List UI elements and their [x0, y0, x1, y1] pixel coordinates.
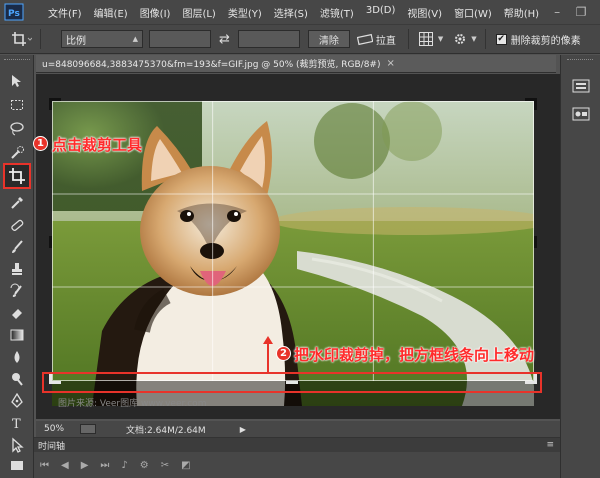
close-button[interactable]: ✕ [593, 2, 600, 22]
document-tab-title[interactable]: u=848096684,3883475370&fm=193&f=GIF.jpg … [36, 57, 380, 70]
timeline-panel: 时间轴 ≡ ⏮ ◀ ▶ ⏭ ♪ ⚙ ✂ ◩ [34, 437, 560, 478]
lasso-tool-icon[interactable] [5, 119, 29, 139]
annotation-highlight-box [42, 372, 542, 393]
overlay-grid-icon[interactable] [415, 29, 437, 49]
photoshop-logo-icon[interactable]: Ps [2, 2, 28, 22]
width-input[interactable] [149, 30, 211, 48]
canvas-area[interactable]: 图片来源: Veer图库 www.veer.com [36, 74, 560, 419]
path-selection-tool-icon[interactable] [5, 435, 29, 455]
separator [407, 29, 409, 49]
next-frame-icon[interactable]: ⏭ [100, 460, 109, 471]
tools-panel: T [0, 55, 34, 478]
rectangle-tool-icon[interactable] [5, 455, 29, 475]
crop-handle-left-middle[interactable] [49, 236, 52, 248]
split-icon[interactable]: ✂ [161, 460, 169, 471]
marquee-tool-icon[interactable] [5, 95, 29, 115]
clear-button-label: 清除 [318, 35, 339, 47]
previous-frame-icon[interactable]: ◀ [61, 460, 69, 471]
timeline-header: 时间轴 ≡ [34, 438, 560, 452]
crop-handle-right-middle[interactable] [534, 236, 537, 248]
menu-image[interactable]: 图像(I) [134, 5, 177, 20]
menu-3d[interactable]: 3D(D) [360, 5, 402, 20]
checkmark-icon: ✔ [497, 33, 505, 44]
timeline-title[interactable]: 时间轴 [38, 439, 65, 452]
crop-tool-preset-icon[interactable] [6, 28, 36, 50]
transition-icon[interactable]: ◩ [181, 460, 190, 471]
right-panel-dock [560, 55, 600, 478]
chevron-down-icon: ▲ [132, 35, 138, 43]
menu-help[interactable]: 帮助(H) [498, 5, 545, 20]
gradient-tool-icon[interactable] [5, 325, 29, 345]
document-info[interactable]: 文档:2.64M/2.64M [126, 423, 206, 436]
timeline-controls: ⏮ ◀ ▶ ⏭ ♪ ⚙ ✂ ◩ [34, 452, 560, 478]
height-input[interactable] [237, 30, 300, 48]
crop-handle-top-left[interactable] [49, 98, 61, 110]
type-tool-icon[interactable]: T [5, 413, 29, 433]
panel-menu-icon[interactable]: ≡ [546, 440, 554, 450]
healing-brush-tool-icon[interactable] [5, 215, 29, 235]
play-icon[interactable]: ▶ [81, 460, 89, 471]
audio-icon[interactable]: ♪ [121, 460, 127, 471]
svg-text:T: T [12, 417, 21, 431]
eyedropper-tool-icon[interactable] [5, 193, 29, 213]
pen-tool-icon[interactable] [5, 391, 29, 411]
menu-window[interactable]: 窗口(W) [448, 5, 498, 20]
watermark-text: 图片来源: Veer图库 www.veer.com [58, 399, 207, 409]
move-tool-icon[interactable] [5, 71, 29, 91]
annotation-text-2: 把水印裁剪掉，把方框线条向上移动 [294, 346, 535, 364]
annotation-number-1: 1 [33, 136, 48, 151]
clone-stamp-tool-icon[interactable] [5, 259, 29, 279]
up-arrow-icon [263, 336, 273, 376]
swap-icon[interactable]: ⇄ [219, 32, 230, 47]
first-frame-icon[interactable]: ⏮ [40, 460, 49, 471]
history-panel-icon[interactable] [570, 77, 592, 95]
properties-panel-icon[interactable] [570, 105, 592, 123]
menu-file[interactable]: 文件(F) [42, 5, 88, 20]
settings-icon[interactable]: ⚙ [140, 460, 149, 471]
status-bar: 50% 文档:2.64M/2.64M ▶ [36, 421, 560, 437]
tab-close-icon[interactable]: × [386, 58, 394, 69]
delete-cropped-label[interactable]: 删除裁剪的像素 [511, 32, 581, 47]
straighten-label[interactable]: 拉直 [376, 32, 396, 47]
menu-bar: Ps 文件(F) 编辑(E) 图像(I) 图层(L) 类型(Y) 选择(S) 滤… [0, 0, 600, 24]
history-brush-tool-icon[interactable] [5, 281, 29, 301]
svg-text:Ps: Ps [8, 9, 20, 19]
menu-select[interactable]: 选择(S) [268, 5, 314, 20]
status-menu-arrow-icon[interactable]: ▶ [240, 425, 246, 434]
delete-cropped-checkbox[interactable]: ✔ [495, 33, 507, 45]
options-bar: 比例 ▲ ⇄ 清除 拉直 ▼ ▼ ✔ 删除裁剪的像素 [0, 24, 600, 54]
crop-handle-top-right[interactable] [525, 98, 537, 110]
crop-tool-icon[interactable] [3, 163, 31, 189]
panel-grip [567, 59, 593, 63]
status-icon[interactable] [80, 424, 96, 434]
quick-selection-tool-icon[interactable] [5, 143, 29, 163]
dodge-tool-icon[interactable] [5, 369, 29, 389]
ratio-dropdown-label: 比例 [66, 35, 86, 47]
minimize-button[interactable]: – [545, 2, 569, 22]
annotation-text-1: 点击裁剪工具 [52, 136, 143, 154]
menu-type[interactable]: 类型(Y) [222, 5, 268, 20]
toolbar-grip [4, 59, 30, 63]
zoom-level[interactable]: 50% [44, 424, 74, 434]
menu-view[interactable]: 视图(V) [401, 5, 448, 20]
menu-filter[interactable]: 滤镜(T) [314, 5, 360, 20]
document-tab[interactable]: u=848096684,3883475370&fm=193&f=GIF.jpg … [36, 55, 556, 73]
brush-tool-icon[interactable] [5, 237, 29, 257]
eraser-tool-icon[interactable] [5, 303, 29, 323]
menu-edit[interactable]: 编辑(E) [88, 5, 134, 20]
separator [484, 29, 486, 49]
separator [40, 29, 41, 49]
annotation-number-2: 2 [276, 346, 291, 361]
clear-button[interactable]: 清除 [307, 30, 350, 48]
blur-tool-icon[interactable] [5, 347, 29, 367]
straighten-icon[interactable] [356, 30, 374, 48]
menu-layer[interactable]: 图层(L) [176, 5, 221, 20]
restore-button[interactable]: ❐ [569, 2, 593, 22]
settings-gear-icon[interactable] [449, 29, 471, 49]
grid-dropdown-chevron-icon[interactable]: ▼ [438, 35, 443, 43]
gear-dropdown-chevron-icon[interactable]: ▼ [471, 35, 476, 43]
ratio-dropdown[interactable]: 比例 ▲ [61, 30, 143, 48]
